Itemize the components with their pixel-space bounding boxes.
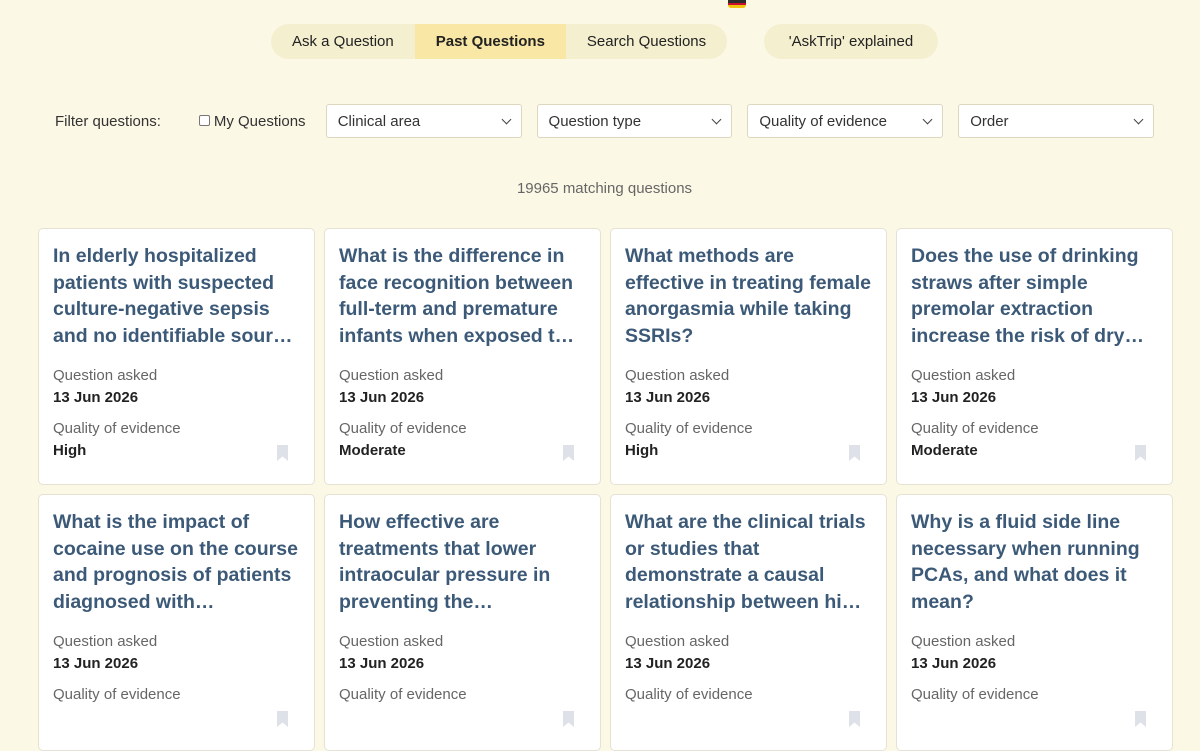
quality-label: Quality of evidence	[339, 686, 467, 703]
question-title[interactable]: What methods are effective in treating f…	[625, 243, 872, 349]
asked-label: Question asked	[911, 367, 1016, 384]
asktrip-explained-button[interactable]: 'AskTrip' explained	[764, 24, 938, 59]
asked-label: Question asked	[625, 367, 730, 384]
asked-label: Question asked	[911, 633, 1016, 650]
asked-label: Question asked	[53, 367, 158, 384]
language-flag-icon[interactable]	[728, 0, 746, 8]
bookmark-icon[interactable]	[563, 711, 574, 727]
asked-date: 13 Jun 2026	[53, 389, 139, 406]
quality-label: Quality of evidence	[339, 420, 467, 437]
chevron-down-icon	[711, 114, 722, 124]
order-value: Order	[970, 112, 1009, 130]
question-title[interactable]: What is the impact of cocaine use on the…	[53, 509, 300, 615]
chevron-down-icon	[1133, 114, 1144, 124]
order-select[interactable]: Order	[958, 104, 1155, 138]
question-title[interactable]: What is the difference in face recogniti…	[339, 243, 586, 349]
quality-value: Moderate	[339, 442, 406, 459]
quality-label: Quality of evidence	[911, 686, 1039, 703]
asked-date: 13 Jun 2026	[911, 389, 997, 406]
question-card[interactable]: In elderly hospitalized patients with su…	[38, 228, 315, 485]
question-card[interactable]: Why is a fluid side line necessary when …	[896, 494, 1173, 751]
chevron-down-icon	[922, 114, 933, 124]
bookmark-icon[interactable]	[277, 711, 288, 727]
question-card[interactable]: What is the difference in face recogniti…	[324, 228, 601, 485]
asked-date: 13 Jun 2026	[625, 655, 711, 672]
question-card[interactable]: What is the impact of cocaine use on the…	[38, 494, 315, 751]
bookmark-icon[interactable]	[1135, 711, 1146, 727]
asked-label: Question asked	[625, 633, 730, 650]
quality-label: Quality of evidence	[911, 420, 1039, 437]
question-title[interactable]: What are the clinical trials or studies …	[625, 509, 872, 615]
question-card[interactable]: What are the clinical trials or studies …	[610, 494, 887, 751]
asked-label: Question asked	[53, 633, 158, 650]
quality-value: High	[625, 442, 659, 459]
quality-label: Quality of evidence	[625, 686, 753, 703]
bookmark-icon[interactable]	[849, 711, 860, 727]
result-count: 19965 matching questions	[516, 180, 693, 197]
quality-value: Moderate	[911, 442, 978, 459]
clinical-area-select[interactable]: Clinical area	[325, 104, 522, 138]
quality-value: Quality of evidence	[759, 112, 887, 130]
tab-ask-question[interactable]: Ask a Question	[271, 24, 415, 59]
tab-search-questions[interactable]: Search Questions	[566, 24, 727, 59]
question-card[interactable]: How effective are treatments that lower …	[324, 494, 601, 751]
question-type-value: Question type	[548, 112, 642, 130]
question-title[interactable]: How effective are treatments that lower …	[339, 509, 586, 615]
question-grid: In elderly hospitalized patients with su…	[38, 228, 1173, 751]
my-questions-checkbox[interactable]	[198, 114, 210, 126]
tab-past-questions[interactable]: Past Questions	[414, 24, 566, 59]
question-title[interactable]: Why is a fluid side line necessary when …	[911, 509, 1158, 615]
asked-label: Question asked	[339, 633, 444, 650]
my-questions-label: My Questions	[213, 112, 306, 130]
asked-date: 13 Jun 2026	[339, 655, 425, 672]
quality-of-evidence-select[interactable]: Quality of evidence	[747, 104, 944, 138]
filter-label: Filter questions:	[55, 112, 161, 130]
my-questions-filter[interactable]: My Questions	[198, 112, 326, 130]
question-title[interactable]: In elderly hospitalized patients with su…	[53, 243, 300, 349]
asked-date: 13 Jun 2026	[339, 389, 425, 406]
question-title[interactable]: Does the use of drinking straws after si…	[911, 243, 1158, 349]
clinical-area-value: Clinical area	[337, 112, 421, 130]
chevron-down-icon	[501, 114, 511, 124]
asked-date: 13 Jun 2026	[625, 389, 711, 406]
main-nav: Ask a Question Past Questions Search Que…	[271, 24, 728, 59]
quality-label: Quality of evidence	[625, 420, 753, 437]
question-card[interactable]: Does the use of drinking straws after si…	[896, 228, 1173, 485]
quality-label: Quality of evidence	[53, 686, 181, 703]
quality-label: Quality of evidence	[53, 420, 181, 437]
quality-value: High	[53, 442, 87, 459]
question-card[interactable]: What methods are effective in treating f…	[610, 228, 887, 485]
asked-date: 13 Jun 2026	[911, 655, 997, 672]
question-type-select[interactable]: Question type	[536, 104, 733, 138]
asked-label: Question asked	[339, 367, 444, 384]
asked-date: 13 Jun 2026	[53, 655, 139, 672]
filter-bar: Filter questions: My Questions Clinical …	[55, 104, 1155, 138]
